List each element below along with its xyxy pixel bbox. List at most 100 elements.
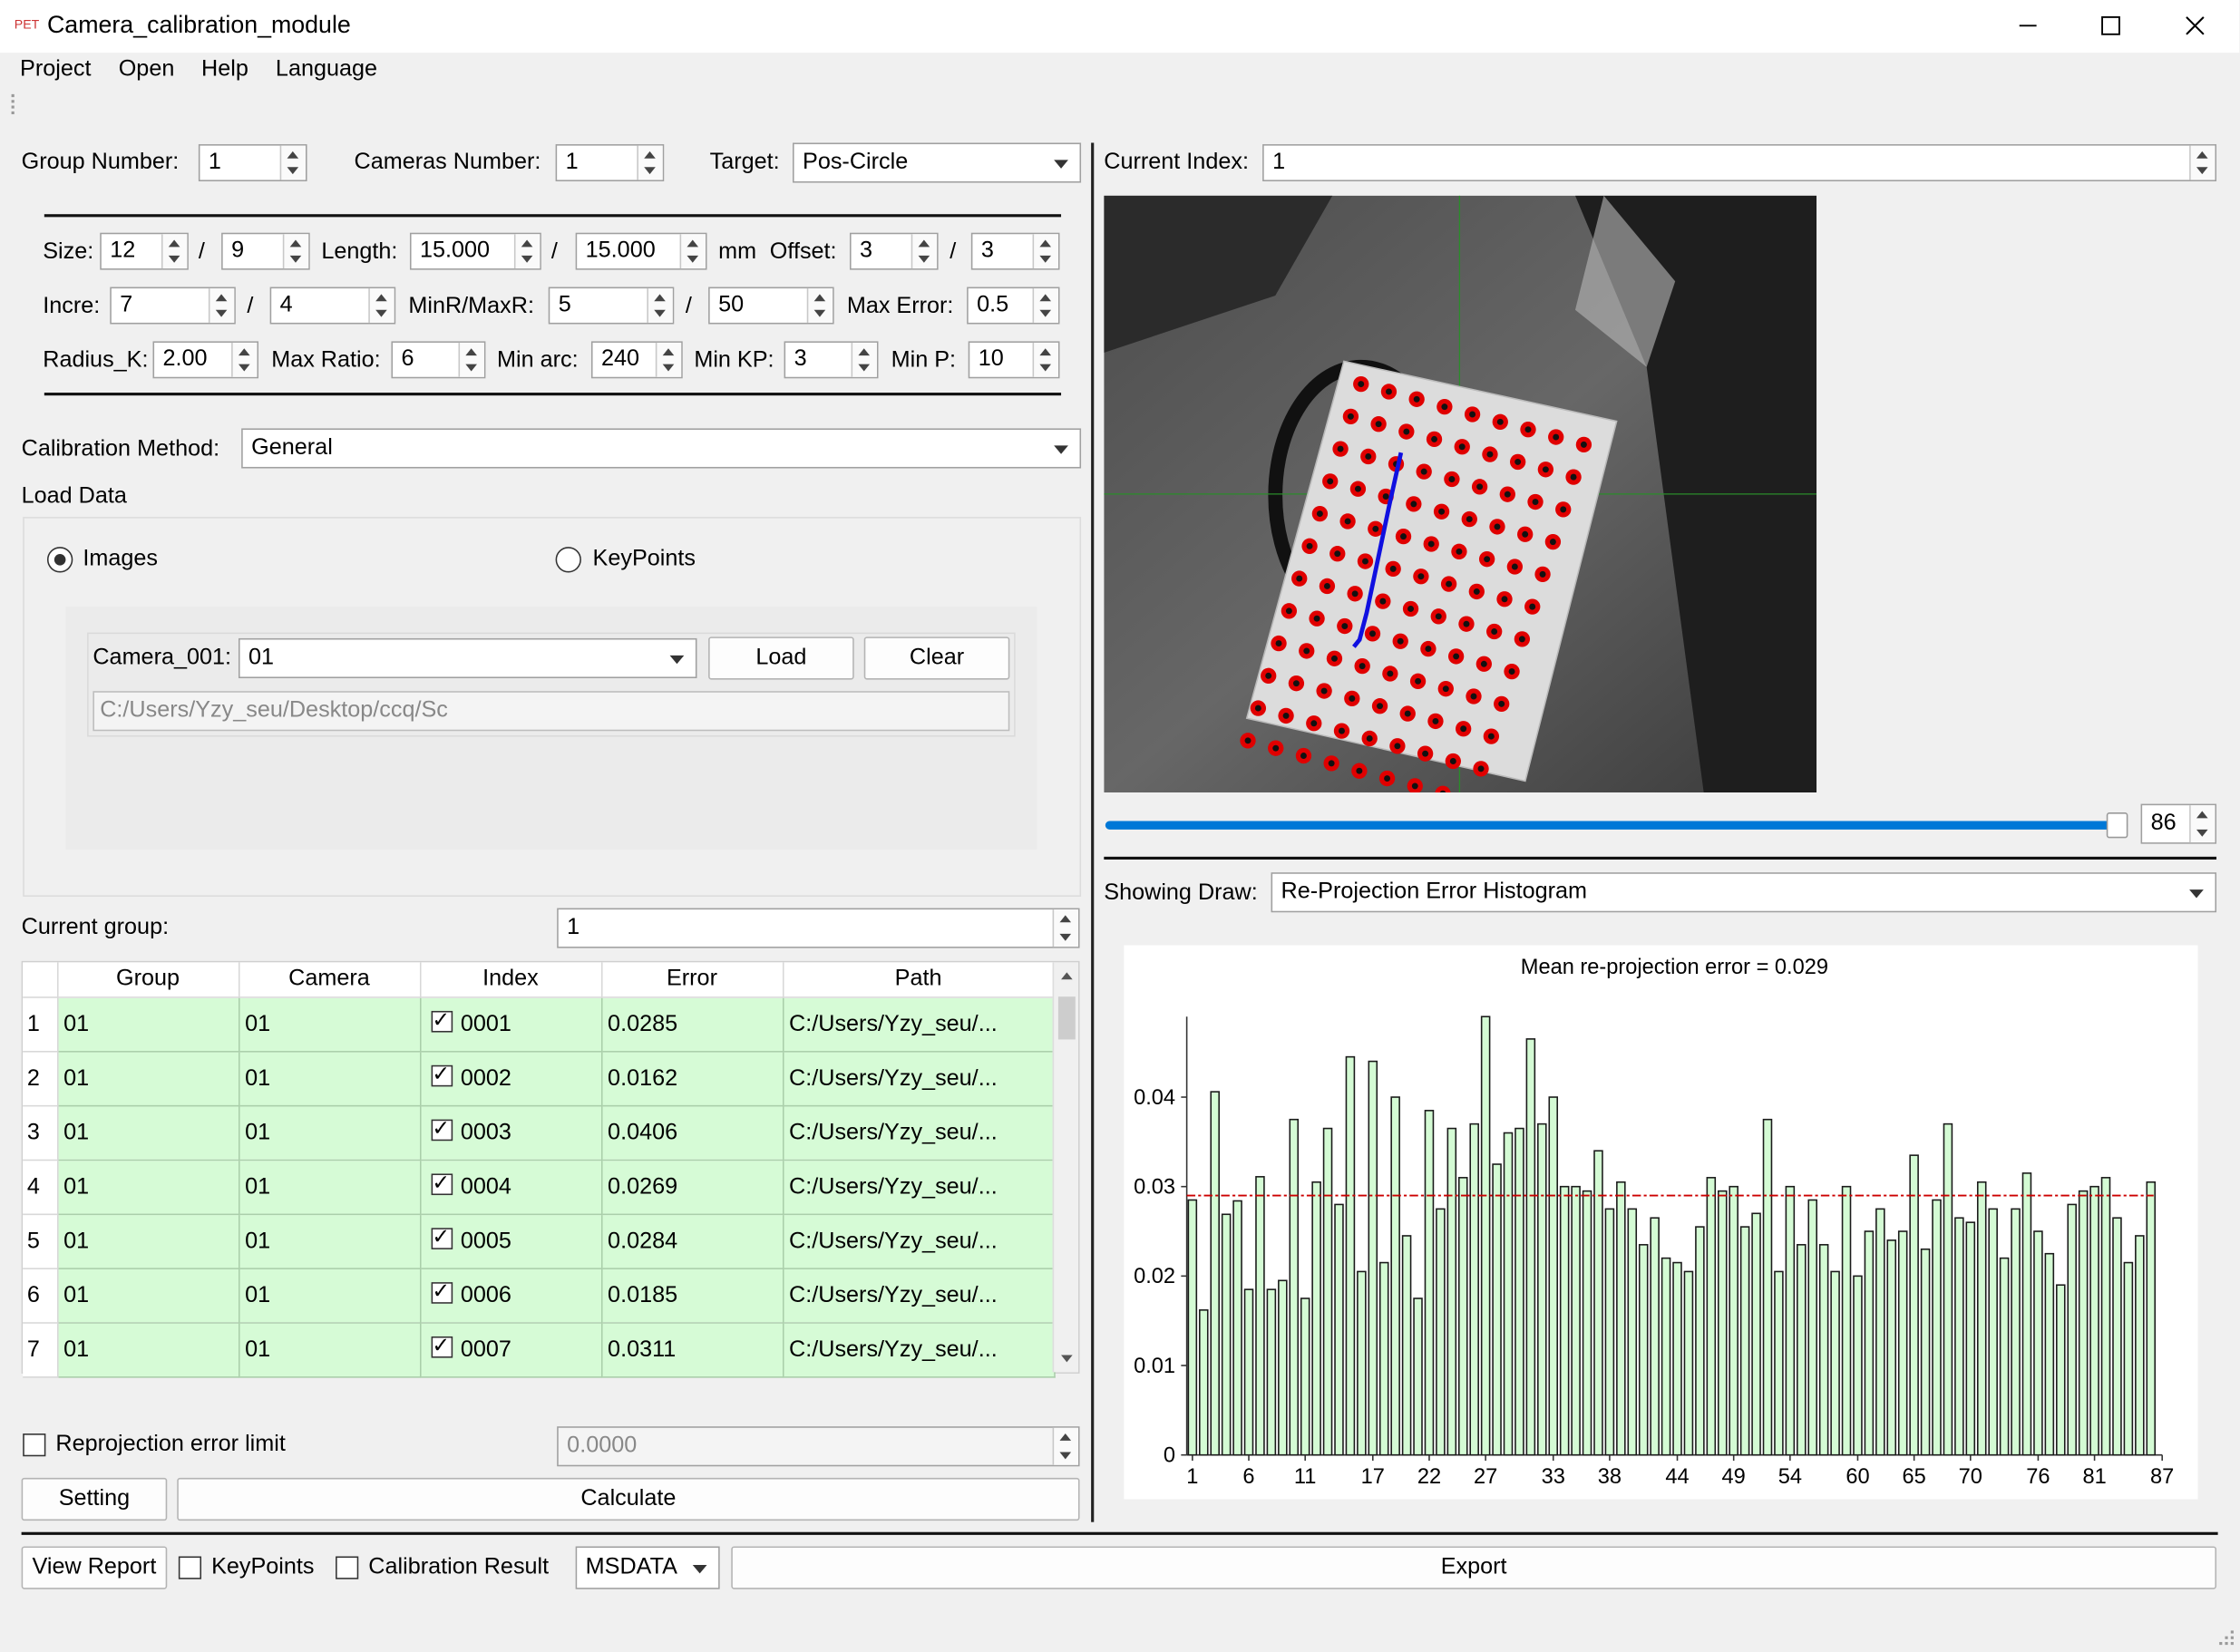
target-combo[interactable]: Pos-Circle xyxy=(792,142,1082,183)
incre-b-spinbox[interactable]: 4 xyxy=(269,287,396,325)
row-checkbox[interactable] xyxy=(430,1332,453,1358)
clear-button[interactable]: Clear xyxy=(863,637,1010,680)
showing-draw-combo[interactable]: Re-Projection Error Histogram xyxy=(1271,872,2217,913)
radius-k-spinbox[interactable]: 2.00 xyxy=(152,341,259,379)
current-group-spinbox[interactable]: 1 xyxy=(557,908,1080,948)
table-scrollbar[interactable] xyxy=(1052,962,1078,1373)
header-group[interactable]: Group xyxy=(56,962,239,998)
cell-path[interactable]: C:/Users/Yzy_seu/... xyxy=(782,1160,1055,1216)
group-number-spinbox[interactable]: 1 xyxy=(198,144,307,181)
table-row[interactable]: 3 01 01 0003 0.0406 C:/Users/Yzy_seu/... xyxy=(23,1105,1055,1161)
images-radio[interactable] xyxy=(46,547,73,573)
path-field[interactable]: C:/Users/Yzy_seu/Desktop/ccq/Sc xyxy=(93,691,1010,732)
reproj-limit-spinbox[interactable]: 0.0000 xyxy=(557,1426,1080,1467)
menu-help[interactable]: Help xyxy=(201,55,248,83)
length-b-spinbox[interactable]: 15.000 xyxy=(575,232,707,270)
cell-group[interactable]: 01 xyxy=(56,1323,239,1378)
cell-camera[interactable]: 01 xyxy=(238,1214,421,1269)
current-index-spinbox[interactable]: 1 xyxy=(1262,144,2217,181)
cell-group[interactable]: 01 xyxy=(56,1268,239,1324)
minimize-icon[interactable] xyxy=(2007,12,2050,40)
cell-camera[interactable]: 01 xyxy=(238,1323,421,1378)
table-row[interactable]: 7 01 01 0007 0.0311 C:/Users/Yzy_seu/... xyxy=(23,1323,1055,1378)
table-row[interactable]: 2 01 01 0002 0.0162 C:/Users/Yzy_seu/... xyxy=(23,1051,1055,1107)
cell-path[interactable]: C:/Users/Yzy_seu/... xyxy=(782,1268,1055,1324)
cell-error[interactable]: 0.0285 xyxy=(600,996,784,1053)
menu-project[interactable]: Project xyxy=(20,55,91,83)
cell-path[interactable]: C:/Users/Yzy_seu/... xyxy=(782,1051,1055,1107)
cell-error[interactable]: 0.0406 xyxy=(600,1105,784,1161)
cell-group[interactable]: 01 xyxy=(56,1051,239,1107)
min-arc-spinbox[interactable]: 240 xyxy=(590,341,683,379)
setting-button[interactable]: Setting xyxy=(21,1477,168,1521)
cell-group[interactable]: 01 xyxy=(56,1105,239,1161)
max-error-spinbox[interactable]: 0.5 xyxy=(967,287,1060,325)
reproj-limit-checkbox[interactable] xyxy=(23,1433,46,1457)
cell-error[interactable]: 0.0185 xyxy=(600,1268,784,1324)
keypoints-radio[interactable] xyxy=(555,547,581,573)
row-checkbox[interactable] xyxy=(430,1115,453,1142)
cell-error[interactable]: 0.0311 xyxy=(600,1323,784,1378)
row-checkbox[interactable] xyxy=(430,1061,453,1087)
menu-open[interactable]: Open xyxy=(119,55,175,83)
cell-group[interactable]: 01 xyxy=(56,996,239,1053)
min-kp-spinbox[interactable]: 3 xyxy=(784,341,879,379)
cell-index[interactable]: 0004 xyxy=(419,1160,602,1216)
menu-language[interactable]: Language xyxy=(276,55,377,83)
cell-path[interactable]: C:/Users/Yzy_seu/... xyxy=(782,1214,1055,1269)
view-report-button[interactable]: View Report xyxy=(21,1546,168,1589)
load-button[interactable]: Load xyxy=(708,637,854,680)
max-ratio-spinbox[interactable]: 6 xyxy=(391,341,486,379)
size-a-spinbox[interactable]: 12 xyxy=(100,232,189,270)
incre-a-spinbox[interactable]: 7 xyxy=(110,287,236,325)
cell-camera[interactable]: 01 xyxy=(238,1268,421,1324)
cell-path[interactable]: C:/Users/Yzy_seu/... xyxy=(782,1323,1055,1378)
table-row[interactable]: 4 01 01 0004 0.0269 C:/Users/Yzy_seu/... xyxy=(23,1160,1055,1216)
cell-camera[interactable]: 01 xyxy=(238,1105,421,1161)
header-path[interactable]: Path xyxy=(782,962,1055,998)
cameras-number-spinbox[interactable]: 1 xyxy=(555,144,665,181)
slider-value-spinbox[interactable]: 86 xyxy=(2140,803,2217,844)
close-icon[interactable] xyxy=(2174,12,2216,40)
table-row[interactable]: 5 01 01 0005 0.0284 C:/Users/Yzy_seu/... xyxy=(23,1214,1055,1269)
cell-index[interactable]: 0006 xyxy=(419,1268,602,1324)
table-row[interactable]: 6 01 01 0006 0.0185 C:/Users/Yzy_seu/... xyxy=(23,1268,1055,1324)
slider-handle[interactable] xyxy=(2106,812,2128,839)
row-checkbox[interactable] xyxy=(430,1224,453,1249)
cell-path[interactable]: C:/Users/Yzy_seu/... xyxy=(782,996,1055,1053)
image-slider[interactable] xyxy=(1105,812,2128,839)
cell-index[interactable]: 0003 xyxy=(419,1105,602,1161)
cell-camera[interactable]: 01 xyxy=(238,996,421,1053)
cell-index[interactable]: 0007 xyxy=(419,1323,602,1378)
keypoints-checkbox[interactable] xyxy=(178,1556,202,1579)
export-button[interactable]: Export xyxy=(731,1546,2217,1589)
cell-error[interactable]: 0.0269 xyxy=(600,1160,784,1216)
calculate-button[interactable]: Calculate xyxy=(177,1477,1080,1521)
cell-group[interactable]: 01 xyxy=(56,1160,239,1216)
cell-index[interactable]: 0002 xyxy=(419,1051,602,1107)
cell-camera[interactable]: 01 xyxy=(238,1051,421,1107)
offset-a-spinbox[interactable]: 3 xyxy=(849,232,939,270)
minr-spinbox[interactable]: 5 xyxy=(548,287,675,325)
format-combo[interactable]: MSDATA xyxy=(575,1546,720,1589)
row-checkbox[interactable] xyxy=(430,1170,453,1196)
header-index[interactable]: Index xyxy=(419,962,602,998)
cell-error[interactable]: 0.0284 xyxy=(600,1214,784,1269)
table-row[interactable]: 1 01 01 0001 0.0285 C:/Users/Yzy_seu/... xyxy=(23,996,1055,1053)
size-b-spinbox[interactable]: 9 xyxy=(221,232,310,270)
calibration-result-checkbox[interactable] xyxy=(336,1556,359,1579)
cell-path[interactable]: C:/Users/Yzy_seu/... xyxy=(782,1105,1055,1161)
length-a-spinbox[interactable]: 15.000 xyxy=(409,232,541,270)
calibration-image[interactable] xyxy=(1104,195,1817,792)
header-camera[interactable]: Camera xyxy=(238,962,421,998)
resize-grip-icon[interactable] xyxy=(2216,1628,2236,1647)
cell-index[interactable]: 0001 xyxy=(419,996,602,1053)
camera-combo[interactable]: 01 xyxy=(238,637,697,679)
row-checkbox[interactable] xyxy=(430,1006,453,1033)
maximize-icon[interactable] xyxy=(2089,12,2132,40)
cell-group[interactable]: 01 xyxy=(56,1214,239,1269)
calibration-method-combo[interactable]: General xyxy=(241,428,1082,469)
row-checkbox[interactable] xyxy=(430,1278,453,1304)
cell-index[interactable]: 0005 xyxy=(419,1214,602,1269)
cell-camera[interactable]: 01 xyxy=(238,1160,421,1216)
